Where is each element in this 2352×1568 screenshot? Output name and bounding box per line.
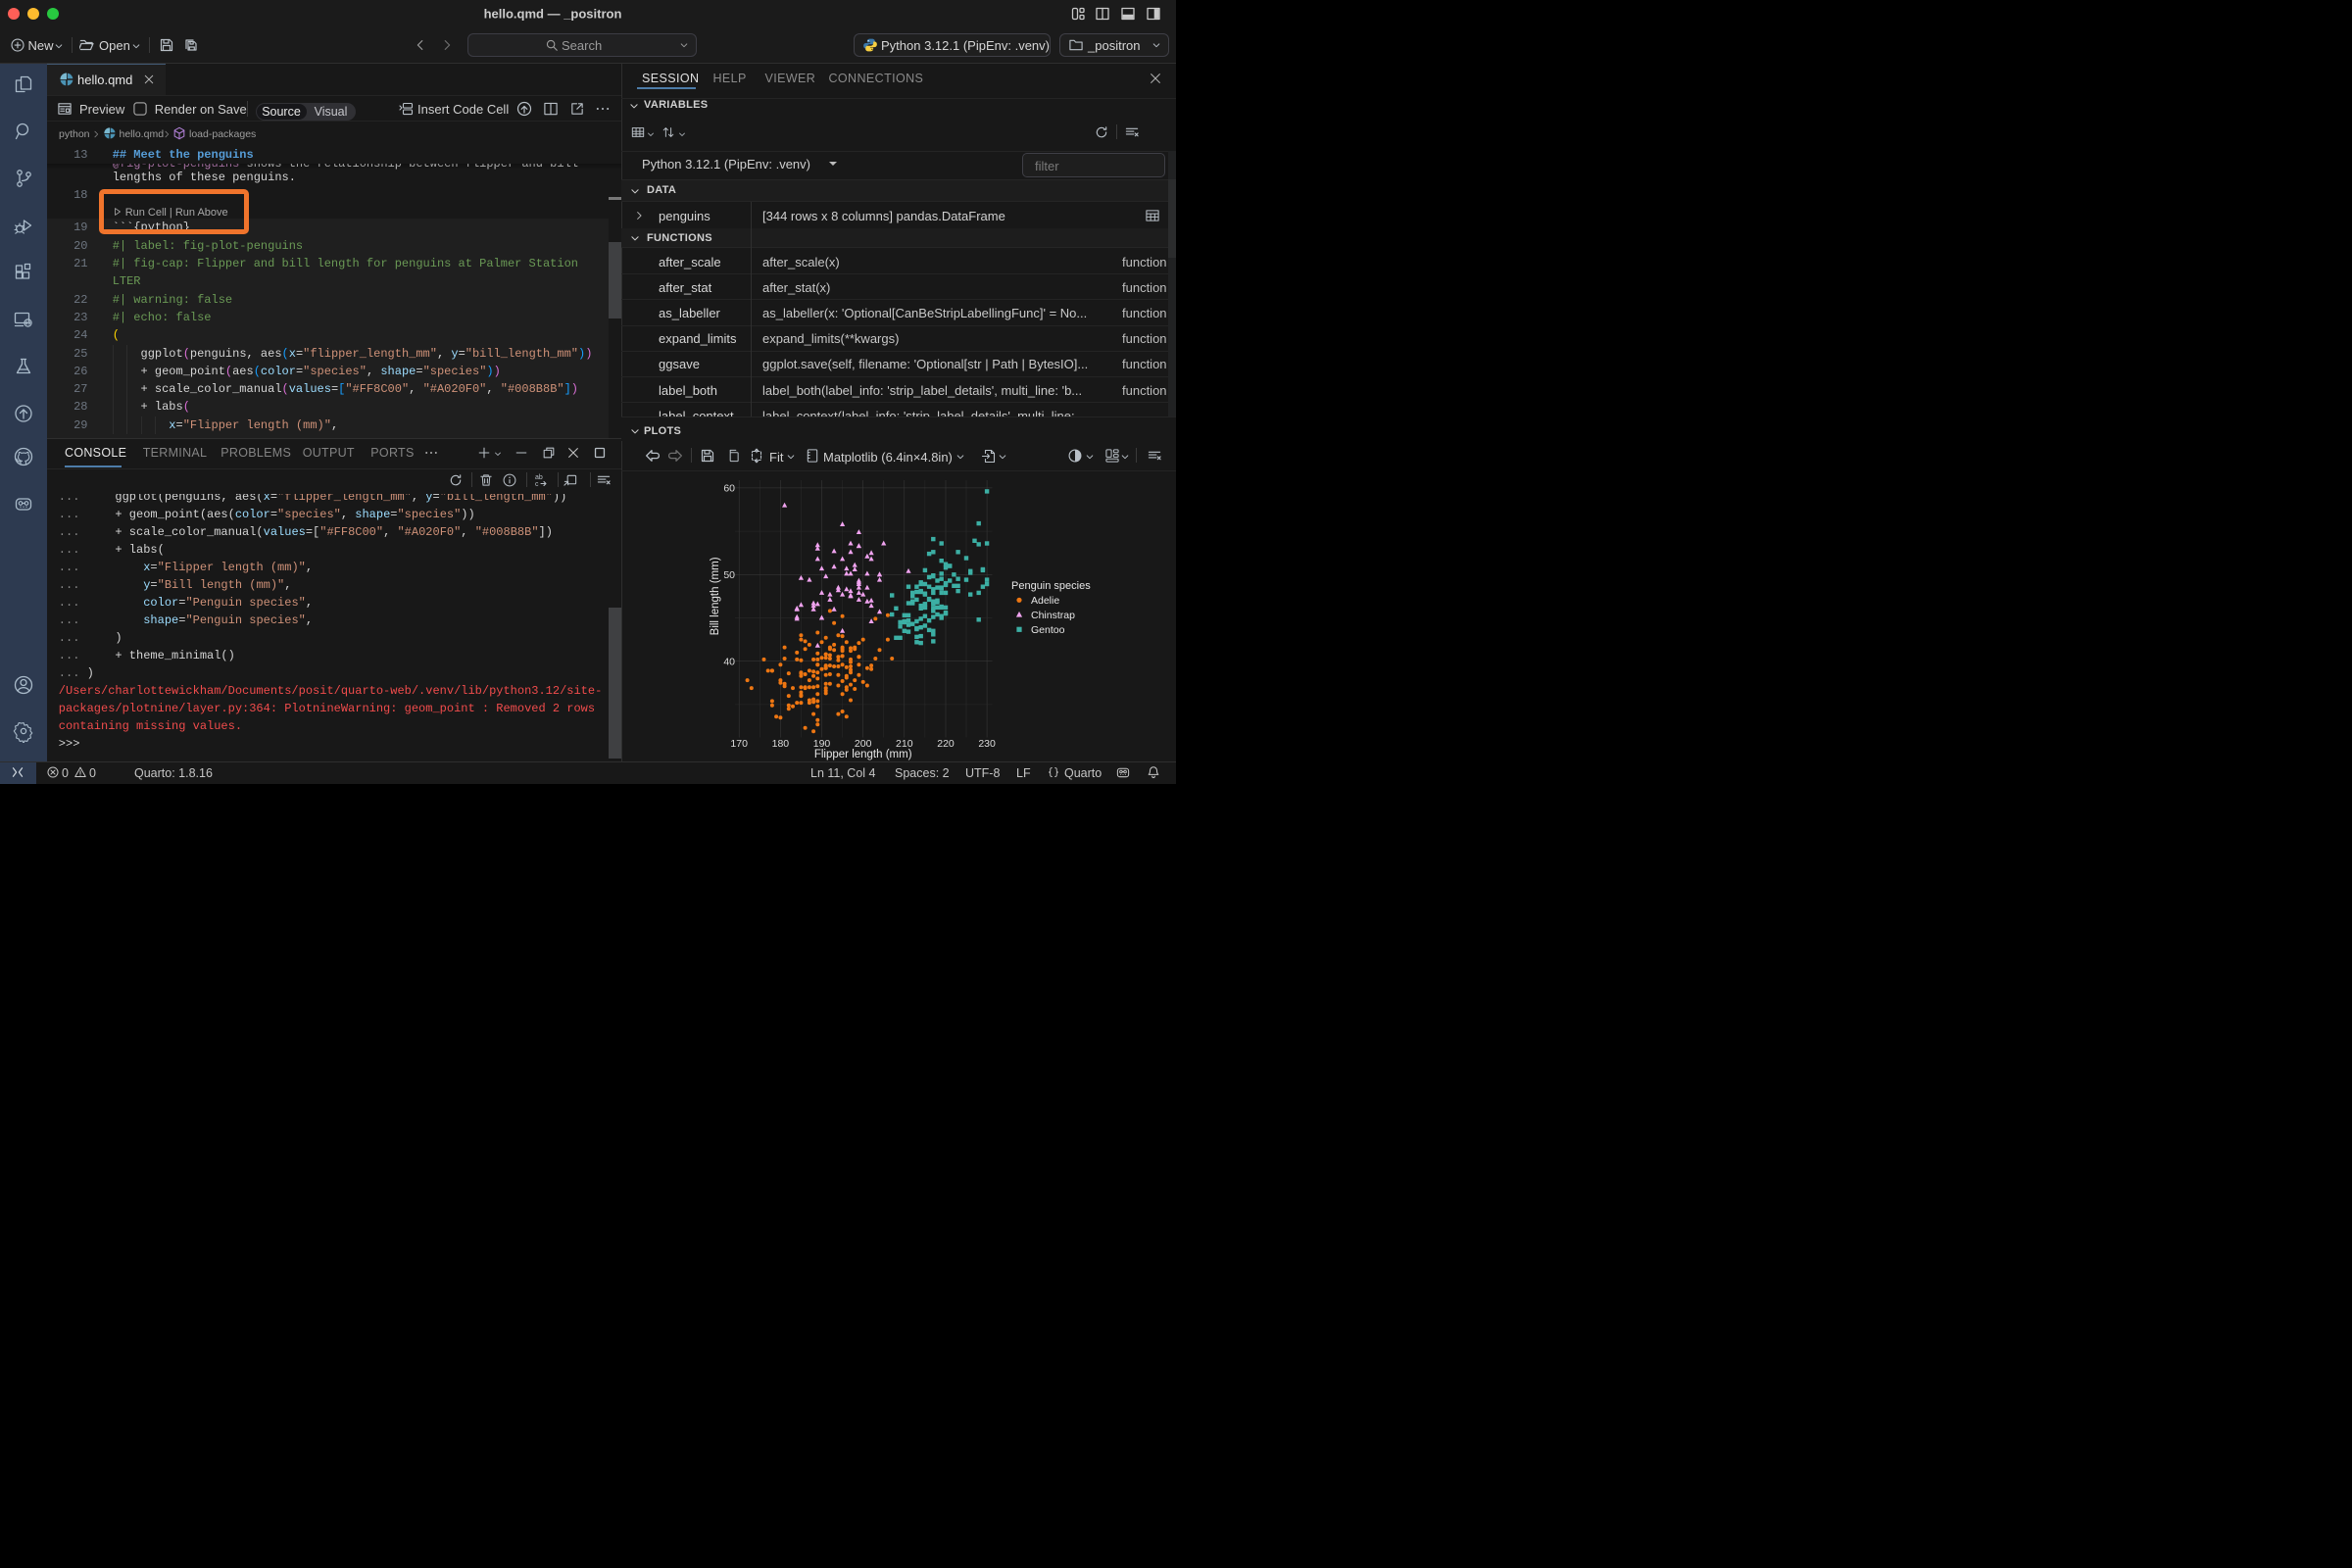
svg-text:180: 180 (772, 738, 790, 750)
svg-text:ab: ab (535, 474, 543, 481)
svg-text:Penguin species: Penguin species (1011, 579, 1091, 591)
svg-text:60: 60 (723, 482, 735, 494)
svg-text:Gentoo: Gentoo (1031, 623, 1065, 635)
svg-text:Flipper length (mm): Flipper length (mm) (814, 749, 912, 760)
svg-text:230: 230 (978, 738, 996, 750)
svg-text:40: 40 (723, 656, 735, 667)
svg-text:Adelie: Adelie (1031, 594, 1059, 606)
svg-text:50: 50 (723, 569, 735, 581)
svg-text:220: 220 (937, 738, 955, 750)
svg-text:Chinstrap: Chinstrap (1031, 609, 1075, 620)
svg-text:Bill length (mm): Bill length (mm) (710, 557, 721, 635)
svg-text:c: c (535, 481, 539, 488)
svg-text:170: 170 (730, 738, 748, 750)
